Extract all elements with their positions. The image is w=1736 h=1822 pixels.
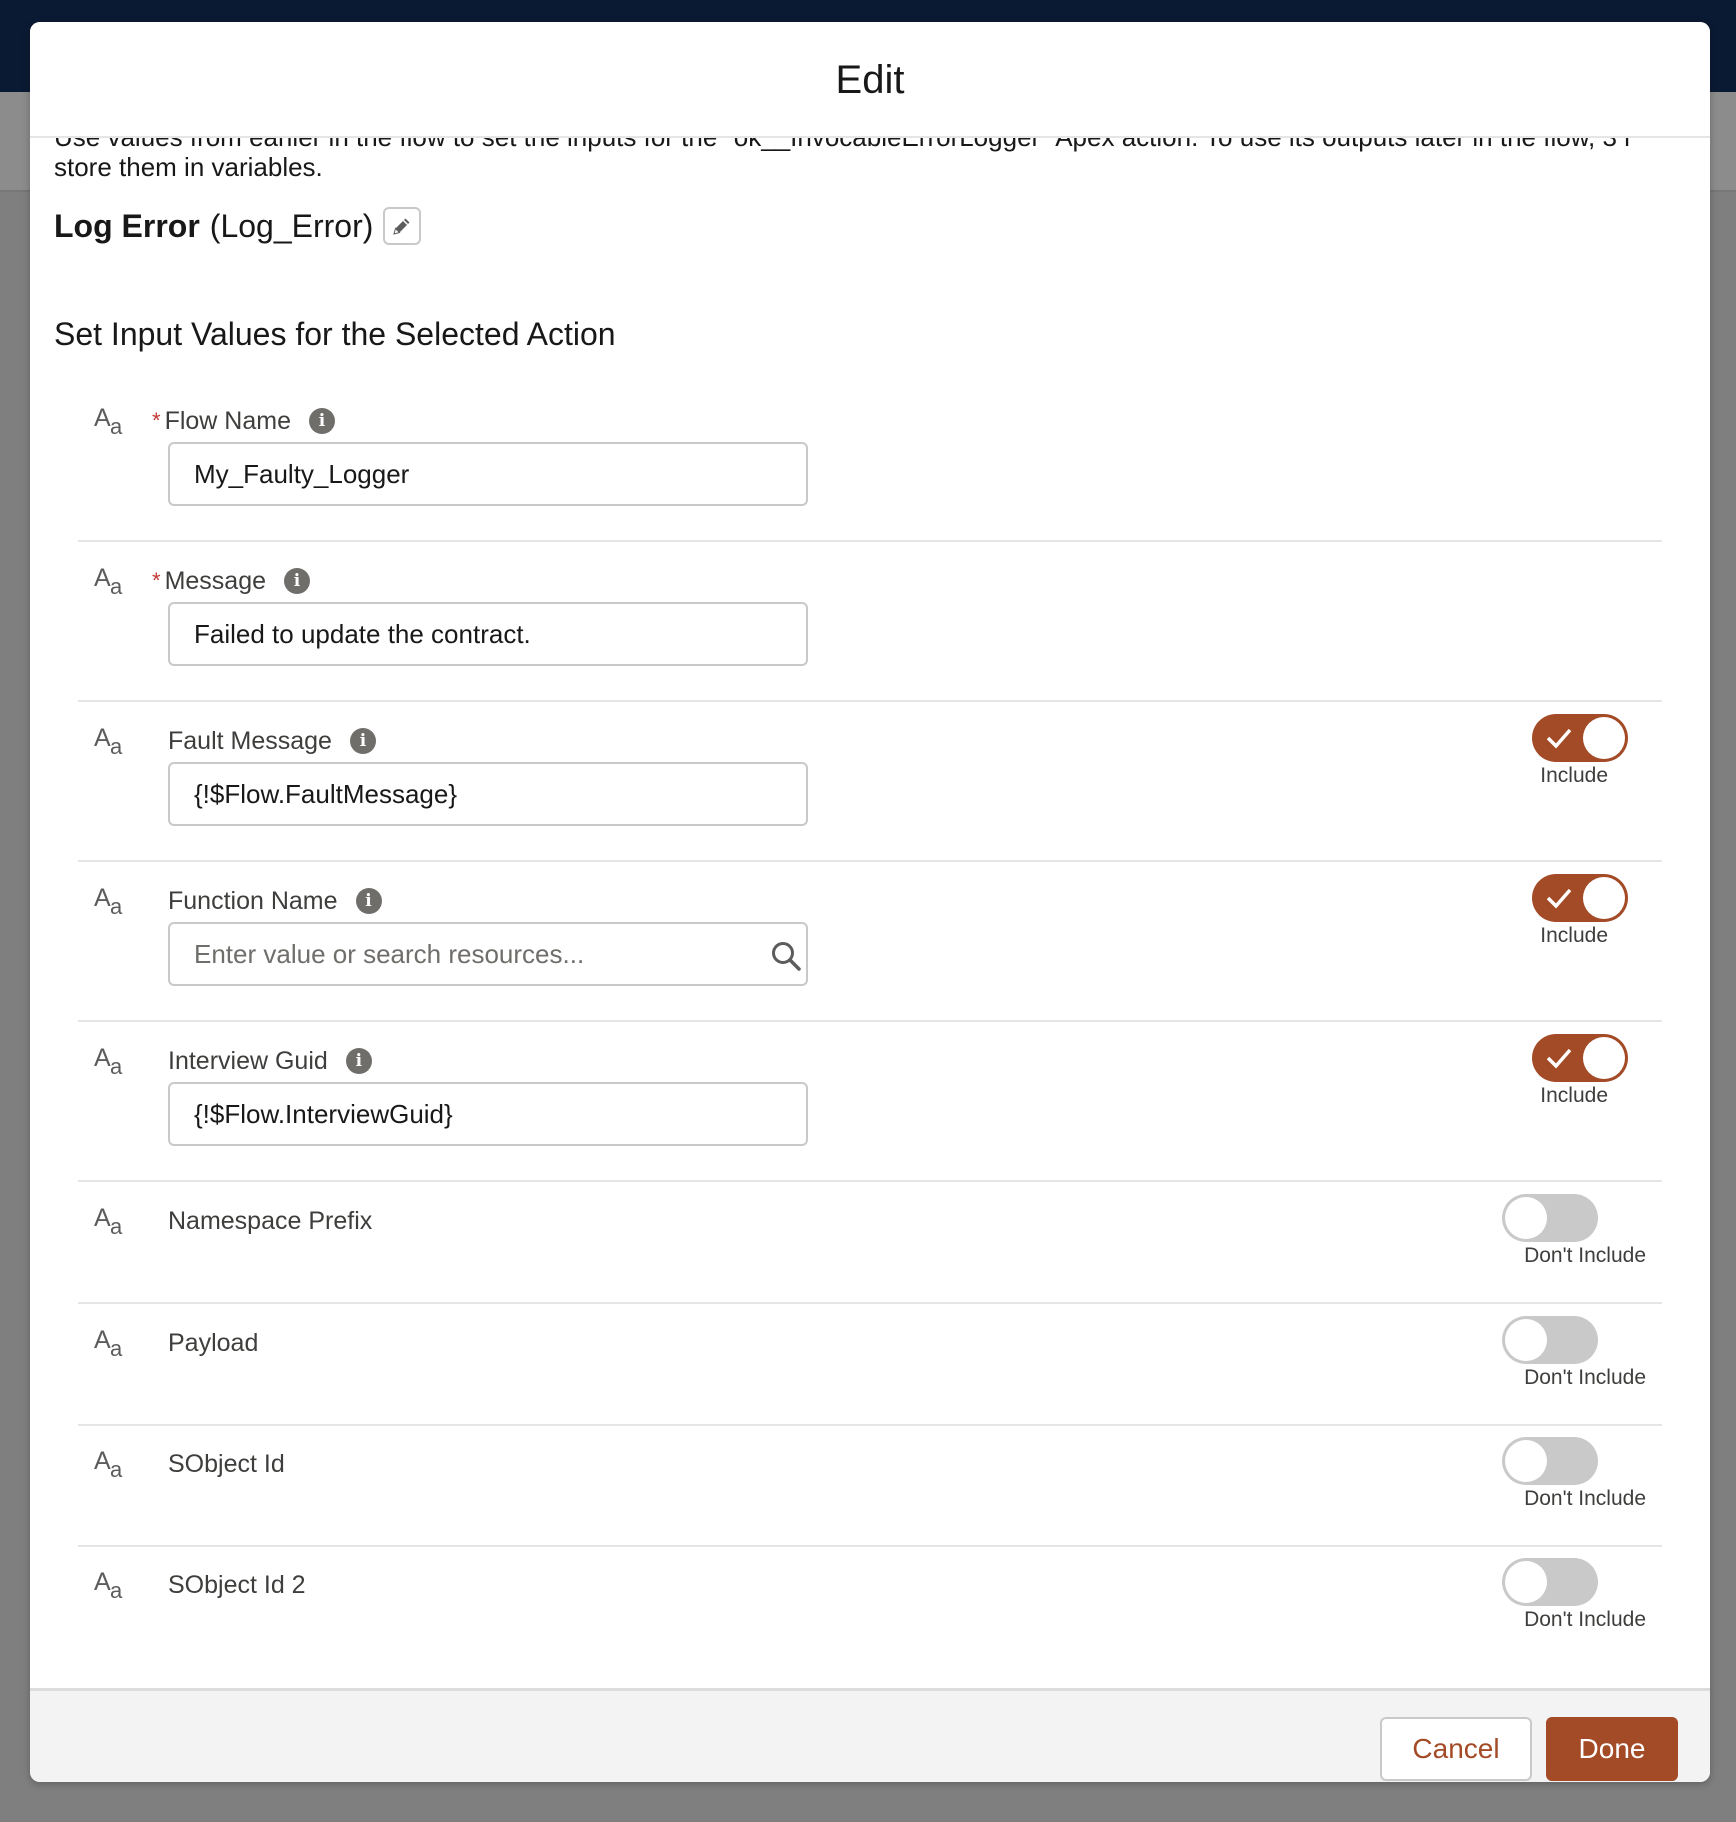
input-row-flow-name: Aa * Flow Name i My_Faulty_Logger <box>78 404 1662 542</box>
info-icon[interactable]: i <box>345 1048 372 1074</box>
text-type-icon: Aa <box>94 884 123 919</box>
edit-modal: Edit Use values from earlier in the flow… <box>30 22 1710 1782</box>
include-toggle[interactable]: Don't Include <box>1486 1437 1646 1517</box>
include-toggle[interactable]: Don't Include <box>1486 1558 1646 1638</box>
field-label: Namespace Prefix <box>168 1204 372 1238</box>
pencil-icon <box>393 218 410 235</box>
modal-body[interactable]: Use values from earlier in the flow to s… <box>30 136 1710 1688</box>
input-row-function-name: Aa Function Name i Enter value or search… <box>78 874 1662 1022</box>
checkmark-icon <box>1546 1048 1572 1069</box>
field-label-text: Namespace Prefix <box>168 1206 373 1235</box>
text-type-icon: Aa <box>94 1044 123 1079</box>
toggle-knob <box>1583 717 1625 759</box>
fault-message-input[interactable]: {!$Flow.FaultMessage} <box>168 762 808 826</box>
field-label-text: Message <box>164 566 267 595</box>
modal-title: Edit <box>835 57 905 102</box>
toggle-switch-off[interactable] <box>1502 1316 1598 1364</box>
field-label-text: Interview Guid <box>168 1046 328 1075</box>
intro-line-1: Use values from earlier in the flow to s… <box>54 136 1633 152</box>
field-label: Interview Guid i <box>168 1044 372 1078</box>
input-row-sobject-id-2: Aa SObject Id 2 Don't Include <box>78 1558 1662 1668</box>
input-row-namespace-prefix: Aa Namespace Prefix Don't Include <box>78 1194 1662 1304</box>
text-type-icon: Aa <box>94 1326 123 1361</box>
field-label-text: SObject Id 2 <box>168 1570 306 1599</box>
info-icon[interactable]: i <box>284 568 311 594</box>
toggle-label: Don't Include <box>1524 1608 1646 1631</box>
checkmark-icon <box>1546 728 1572 749</box>
toggle-switch-off[interactable] <box>1502 1558 1598 1606</box>
field-label: SObject Id <box>168 1447 285 1481</box>
include-toggle[interactable]: Don't Include <box>1486 1194 1646 1274</box>
field-label: Function Name i <box>168 884 382 918</box>
checkmark-icon <box>1546 888 1572 909</box>
info-icon[interactable]: i <box>308 408 335 434</box>
toggle-knob <box>1583 1037 1625 1079</box>
include-toggle[interactable]: Include <box>1506 874 1646 954</box>
input-row-payload: Aa Payload Don't Include <box>78 1316 1662 1426</box>
toggle-switch-on[interactable] <box>1532 1034 1628 1082</box>
include-toggle[interactable]: Include <box>1506 1034 1646 1114</box>
field-label: * Message i <box>148 564 311 598</box>
flow-name-input[interactable]: My_Faulty_Logger <box>168 442 808 506</box>
info-icon[interactable]: i <box>355 888 382 914</box>
modal-header: Edit <box>30 22 1710 138</box>
toggle-knob <box>1505 1319 1547 1361</box>
input-row-fault-message: Aa Fault Message i {!$Flow.FaultMessage}… <box>78 714 1662 862</box>
toggle-label: Include <box>1540 924 1608 947</box>
field-label-text: SObject Id <box>168 1449 285 1478</box>
required-indicator: * <box>152 408 161 433</box>
input-row-interview-guid: Aa Interview Guid i {!$Flow.InterviewGui… <box>78 1034 1662 1182</box>
modal-footer: Cancel Done <box>30 1688 1710 1782</box>
message-input[interactable]: Failed to update the contract. <box>168 602 808 666</box>
text-type-icon: Aa <box>94 404 123 439</box>
required-indicator: * <box>152 568 161 593</box>
toggle-label: Include <box>1540 764 1608 787</box>
interview-guid-input[interactable]: {!$Flow.InterviewGuid} <box>168 1082 808 1146</box>
function-name-search-input[interactable]: Enter value or search resources... <box>168 922 808 986</box>
toggle-label: Don't Include <box>1524 1366 1646 1389</box>
toggle-knob <box>1583 877 1625 919</box>
field-label-text: Flow Name <box>164 406 291 435</box>
field-label-text: Fault Message <box>168 726 332 755</box>
search-icon[interactable] <box>770 940 802 972</box>
intro-text: Use values from earlier in the flow to s… <box>54 136 1710 182</box>
text-type-icon: Aa <box>94 564 123 599</box>
input-row-message: Aa * Message i Failed to update the cont… <box>78 564 1662 702</box>
text-type-icon: Aa <box>94 1568 123 1603</box>
action-label: Log Error <box>54 207 200 244</box>
include-toggle[interactable]: Include <box>1506 714 1646 794</box>
field-label: * Flow Name i <box>148 404 335 438</box>
text-type-icon: Aa <box>94 1447 123 1482</box>
intro-line-2: store them in variables. <box>54 152 323 182</box>
edit-action-button[interactable] <box>383 207 422 245</box>
toggle-switch-on[interactable] <box>1532 714 1628 762</box>
include-toggle[interactable]: Don't Include <box>1486 1316 1646 1396</box>
action-name: Log Error (Log_Error) <box>54 204 422 248</box>
text-type-icon: Aa <box>94 1204 123 1239</box>
toggle-label: Don't Include <box>1524 1244 1646 1267</box>
toggle-knob <box>1505 1197 1547 1239</box>
toggle-label: Don't Include <box>1524 1487 1646 1510</box>
text-type-icon: Aa <box>94 724 123 759</box>
toggle-switch-off[interactable] <box>1502 1437 1598 1485</box>
toggle-switch-off[interactable] <box>1502 1194 1598 1242</box>
input-row-sobject-id: Aa SObject Id Don't Include <box>78 1437 1662 1547</box>
done-button[interactable]: Done <box>1546 1717 1678 1781</box>
info-icon[interactable]: i <box>349 728 376 754</box>
field-label-text: Payload <box>168 1328 259 1357</box>
toggle-switch-on[interactable] <box>1532 874 1628 922</box>
section-title: Set Input Values for the Selected Action <box>54 316 616 352</box>
field-label: SObject Id 2 <box>168 1568 306 1602</box>
toggle-knob <box>1505 1561 1547 1603</box>
cancel-button[interactable]: Cancel <box>1380 1717 1532 1781</box>
toggle-label: Include <box>1540 1084 1608 1107</box>
field-label-text: Function Name <box>168 886 338 915</box>
field-label: Payload <box>168 1326 258 1360</box>
field-label: Fault Message i <box>168 724 376 758</box>
action-api-name: (Log_Error) <box>209 207 374 244</box>
toggle-knob <box>1505 1440 1547 1482</box>
